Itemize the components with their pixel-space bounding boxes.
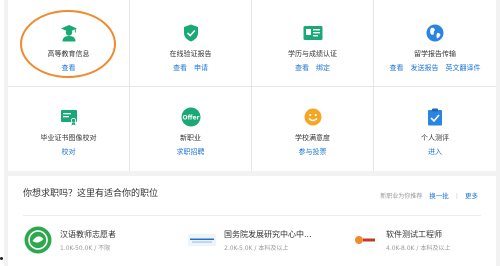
service-label: 留学报告传输 bbox=[414, 50, 456, 58]
company-logo bbox=[188, 226, 216, 254]
divider bbox=[23, 215, 481, 216]
clipboard-check-icon bbox=[425, 107, 445, 127]
service-label: 毕业证书图像校对 bbox=[40, 134, 97, 142]
bind-link[interactable]: 绑定 bbox=[316, 64, 330, 73]
view-link[interactable]: 查看 bbox=[62, 64, 76, 73]
certificate-icon bbox=[59, 107, 79, 127]
refresh-button[interactable]: 换一批 bbox=[429, 192, 449, 201]
service-online-verification-report[interactable]: 在线验证报告 查看 申请 bbox=[130, 0, 252, 87]
company-logo bbox=[24, 226, 52, 254]
more-link[interactable]: 更多 bbox=[465, 192, 478, 201]
job-meta: 4.0K-8.0K / 本科及以上 bbox=[386, 245, 451, 252]
job-title: 汉语教师志愿者 bbox=[60, 230, 116, 239]
vote-link[interactable]: 参与投票 bbox=[299, 148, 327, 157]
service-study-abroad-report-transfer[interactable]: 留学报告传输 查看 发送报告 英文翻译件 bbox=[374, 0, 496, 87]
service-label: 学历与成绩认证 bbox=[288, 50, 337, 58]
job-card[interactable]: 汉语教师志愿者 1.0K-50.0K / 不限 bbox=[24, 226, 174, 262]
job-card[interactable]: 软件测试工程师 4.0K-8.0K / 本科及以上 bbox=[350, 226, 500, 262]
recommend-hint: 新职业为你推荐 bbox=[380, 193, 423, 200]
proofread-link[interactable]: 校对 bbox=[62, 148, 76, 157]
english-translation-link[interactable]: 英文翻译件 bbox=[446, 64, 481, 73]
page-background: 高等教育信息 查看 在线验证报告 查看 申请 学历与成绩认证 查看 绑定 留学报… bbox=[4, 0, 500, 266]
apply-link[interactable]: 申请 bbox=[194, 64, 208, 73]
smiley-icon bbox=[303, 107, 323, 127]
service-diploma-image-proofread[interactable]: 毕业证书图像校对 校对 bbox=[8, 87, 130, 171]
service-degree-grade-certification[interactable]: 学历与成绩认证 查看 绑定 bbox=[252, 0, 374, 87]
service-higher-education-info[interactable]: 高等教育信息 查看 bbox=[8, 0, 130, 87]
view-link[interactable]: 查看 bbox=[295, 64, 309, 73]
service-new-career[interactable]: Offer 新职业 求职招聘 bbox=[130, 87, 252, 171]
service-grid: 高等教育信息 查看 在线验证报告 查看 申请 学历与成绩认证 查看 绑定 留学报… bbox=[8, 0, 496, 171]
bullet-dot bbox=[0, 257, 3, 260]
graduate-icon bbox=[59, 23, 79, 43]
globe-icon bbox=[425, 23, 445, 43]
service-label: 新职业 bbox=[180, 134, 201, 142]
toolbar-separator: | bbox=[455, 192, 458, 200]
send-report-link[interactable]: 发送报告 bbox=[411, 64, 439, 73]
service-label: 学校满意度 bbox=[295, 134, 330, 142]
enter-link[interactable]: 进入 bbox=[428, 148, 442, 157]
service-school-satisfaction[interactable]: 学校满意度 参与投票 bbox=[252, 87, 374, 171]
panel-title: 你想求职吗？这里有适合你的职位 bbox=[23, 189, 159, 199]
service-label: 高等教育信息 bbox=[47, 50, 90, 58]
service-label: 在线验证报告 bbox=[169, 50, 212, 58]
job-meta: 2.0K-5.0K / 本科及以上 bbox=[224, 245, 289, 252]
job-recommendation-panel: 你想求职吗？这里有适合你的职位 新职业为你推荐 换一批 | 更多 汉语教师志愿者… bbox=[8, 176, 496, 266]
id-card-icon bbox=[303, 23, 323, 43]
view-link[interactable]: 查看 bbox=[390, 64, 404, 73]
job-card[interactable]: 国务院发展研究中心中... 2.0K-5.0K / 本科及以上 bbox=[188, 226, 338, 262]
job-search-link[interactable]: 求职招聘 bbox=[177, 148, 205, 157]
company-logo bbox=[350, 226, 378, 254]
svg-text:Offer: Offer bbox=[182, 114, 199, 121]
shield-check-icon bbox=[181, 23, 201, 43]
service-personal-assessment[interactable]: 个人测评 进入 bbox=[374, 87, 496, 171]
job-title: 软件测试工程师 bbox=[386, 230, 442, 239]
job-title: 国务院发展研究中心中... bbox=[224, 230, 312, 239]
service-label: 个人测评 bbox=[421, 134, 449, 142]
panel-toolbar: 新职业为你推荐 换一批 | 更多 bbox=[380, 192, 478, 201]
view-link[interactable]: 查看 bbox=[173, 64, 187, 73]
job-meta: 1.0K-50.0K / 不限 bbox=[60, 245, 111, 252]
offer-icon: Offer bbox=[181, 107, 201, 127]
